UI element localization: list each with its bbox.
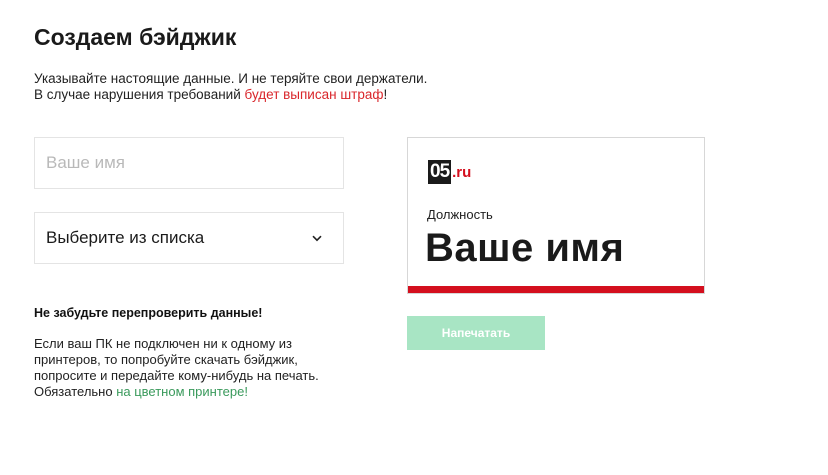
name-input[interactable] bbox=[35, 138, 343, 188]
intro-line-2-suffix: ! bbox=[383, 87, 388, 102]
badge-name: Ваше имя bbox=[425, 226, 625, 270]
badge-preview: 05 .ru Должность Ваше имя bbox=[407, 137, 705, 294]
notice-line-1: Если ваш ПК не подключен ни к одному из bbox=[34, 336, 293, 351]
intro-line-2-prefix: В случае нарушения требований bbox=[34, 87, 245, 102]
notice-heading: Не забудьте перепроверить данные! bbox=[34, 306, 263, 320]
name-field-wrapper bbox=[34, 137, 344, 189]
page-title: Создаем бэйджик bbox=[34, 24, 237, 50]
logo-domain: .ru bbox=[452, 164, 472, 181]
chevron-down-icon bbox=[310, 231, 324, 245]
position-select-value: Выберите из списка bbox=[46, 228, 205, 247]
intro-text: Указывайте настоящие данные. И не теряйт… bbox=[34, 71, 427, 103]
notice-line-4-prefix: Обязательно bbox=[34, 384, 117, 399]
site-logo: 05 .ru bbox=[428, 160, 471, 184]
intro-line-1: Указывайте настоящие данные. И не теряйт… bbox=[34, 71, 428, 86]
notice-body: Если ваш ПК не подключен ни к одному из … bbox=[34, 336, 364, 400]
logo-number: 05 bbox=[428, 160, 452, 184]
position-select[interactable]: Выберите из списка bbox=[34, 212, 344, 264]
fine-warning-link[interactable]: будет выписан штраф bbox=[245, 87, 384, 102]
intro-line-2: В случае нарушения требований будет выпи… bbox=[34, 87, 427, 103]
color-printer-link[interactable]: на цветном принтере! bbox=[116, 384, 248, 399]
notice-line-2: принтеров, то попробуйте скачать бэйджик… bbox=[34, 352, 298, 367]
badge-position: Должность bbox=[427, 207, 493, 222]
notice-line-4: Обязательно на цветном принтере! bbox=[34, 384, 364, 400]
print-button[interactable]: Напечатать bbox=[407, 316, 545, 350]
badge-red-stripe bbox=[408, 286, 704, 293]
notice-line-3: попросите и передайте кому-нибудь на печ… bbox=[34, 368, 319, 383]
